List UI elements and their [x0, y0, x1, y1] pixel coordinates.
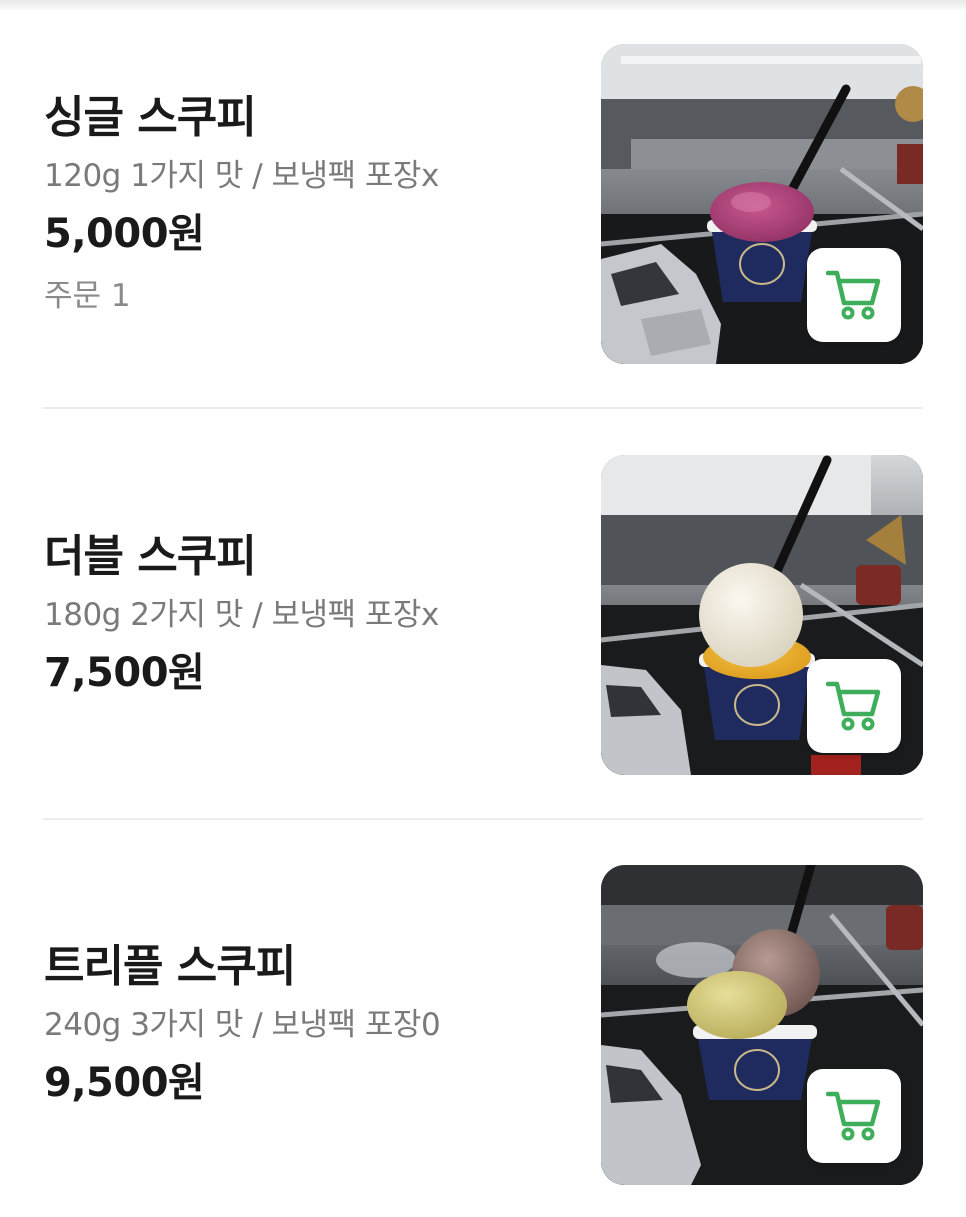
item-divider	[43, 818, 923, 820]
menu-item-info: 더블 스쿠피 180g 2가지 맛 / 보냉팩 포장x 7,500원	[44, 455, 574, 775]
menu-item-price: 9,500원	[44, 1060, 205, 1106]
add-to-cart-button[interactable]	[807, 1069, 901, 1163]
menu-item-price: 5,000원	[44, 211, 205, 257]
cart-icon	[826, 681, 881, 731]
menu-item-photo[interactable]	[601, 865, 923, 1185]
menu-item-order-count: 주문 1	[44, 278, 131, 314]
add-to-cart-button[interactable]	[807, 659, 901, 753]
menu-item-double-scoopy[interactable]: 더블 스쿠피 180g 2가지 맛 / 보냉팩 포장x 7,500원	[0, 455, 966, 775]
menu-item-single-scoopy[interactable]: 싱글 스쿠피 120g 1가지 맛 / 보냉팩 포장x 5,000원 주문 1	[0, 44, 966, 364]
cart-icon	[826, 270, 881, 320]
menu-item-description: 240g 3가지 맛 / 보냉팩 포장0	[44, 1007, 441, 1043]
add-to-cart-button[interactable]	[807, 248, 901, 342]
top-divider	[0, 0, 966, 11]
cart-icon	[826, 1091, 881, 1141]
item-divider	[43, 407, 923, 409]
menu-item-photo[interactable]	[601, 44, 923, 364]
menu-item-name: 싱글 스쿠피	[44, 92, 257, 143]
menu-item-price: 7,500원	[44, 650, 205, 696]
menu-item-info: 트리플 스쿠피 240g 3가지 맛 / 보냉팩 포장0 9,500원	[44, 865, 574, 1185]
menu-item-photo[interactable]	[601, 455, 923, 775]
menu-item-triple-scoopy[interactable]: 트리플 스쿠피 240g 3가지 맛 / 보냉팩 포장0 9,500원	[0, 865, 966, 1185]
menu-item-name: 트리플 스쿠피	[44, 941, 296, 992]
menu-item-info: 싱글 스쿠피 120g 1가지 맛 / 보냉팩 포장x 5,000원 주문 1	[44, 44, 574, 364]
menu-item-description: 180g 2가지 맛 / 보냉팩 포장x	[44, 597, 439, 633]
menu-item-description: 120g 1가지 맛 / 보냉팩 포장x	[44, 158, 439, 194]
menu-item-name: 더블 스쿠피	[44, 531, 257, 582]
